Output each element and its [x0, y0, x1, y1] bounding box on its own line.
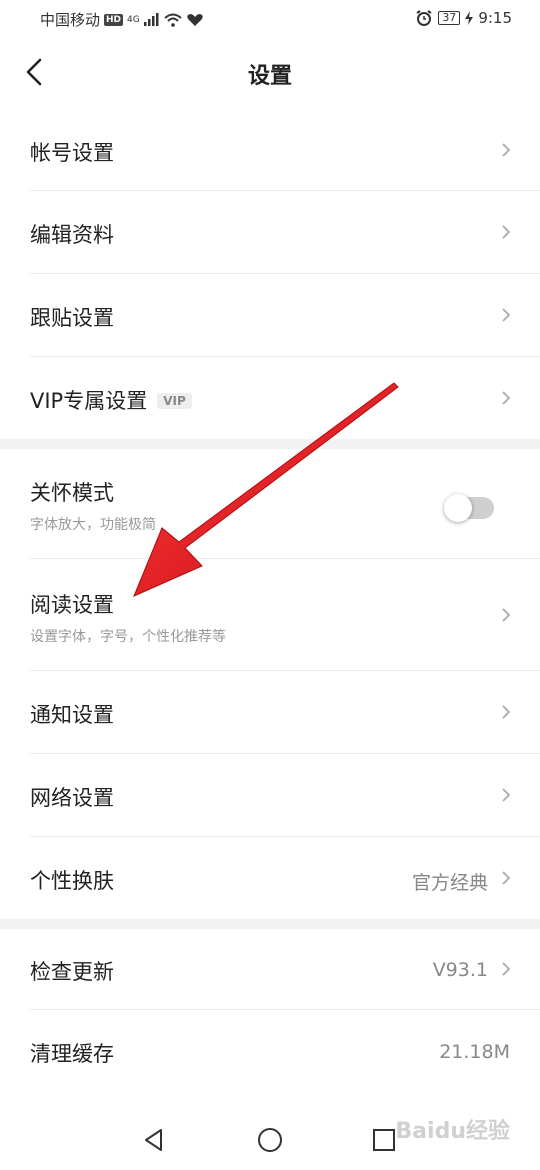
- vip-badge: VIP: [157, 393, 192, 409]
- alarm-icon: [416, 10, 432, 26]
- vip-settings-label: VIP专属设置: [30, 389, 148, 413]
- chevron-right-icon: [502, 608, 511, 622]
- item-label: 网络设置: [30, 786, 114, 810]
- chevron-right-icon: [502, 143, 511, 157]
- item-label: 编辑资料: [30, 223, 114, 247]
- settings-item-care-mode: 关怀模式 字体放大，功能极简: [0, 449, 540, 558]
- settings-item-comments[interactable]: 跟贴设置: [0, 274, 540, 356]
- nav-recents-icon[interactable]: [370, 1126, 398, 1154]
- top-bar: 设置: [0, 38, 540, 110]
- clock: 9:15: [478, 9, 512, 27]
- settings-item-network[interactable]: 网络设置: [0, 754, 540, 836]
- nav-home-icon[interactable]: [256, 1126, 284, 1154]
- charging-icon: [465, 11, 474, 25]
- status-left: 中国移动 HD 4G: [40, 9, 204, 30]
- chevron-right-icon: [502, 225, 511, 239]
- settings-item-reading[interactable]: 阅读设置 设置字体，字号，个性化推荐等: [0, 559, 540, 670]
- item-label: 帐号设置: [30, 141, 114, 165]
- watermark: Baidu经验: [395, 1119, 510, 1144]
- item-value: V93.1: [432, 959, 488, 981]
- settings-item-check-update[interactable]: 检查更新 V93.1: [0, 929, 540, 1009]
- settings-item-notifications[interactable]: 通知设置: [0, 671, 540, 753]
- item-label: 检查更新: [30, 960, 114, 984]
- chevron-right-icon: [502, 308, 511, 322]
- heart-link-icon: [187, 13, 203, 26]
- item-label: 通知设置: [30, 703, 114, 727]
- section-gap: [0, 919, 540, 929]
- item-value: 21.18M: [439, 1041, 510, 1063]
- chevron-right-icon: [502, 788, 511, 802]
- signal-icon: [143, 13, 159, 26]
- item-label: 跟贴设置: [30, 306, 114, 330]
- settings-item-vip[interactable]: VIP专属设置 VIP: [0, 357, 540, 439]
- chevron-right-icon: [502, 871, 511, 885]
- settings-item-edit-profile[interactable]: 编辑资料: [0, 191, 540, 273]
- item-label: 阅读设置: [30, 593, 114, 617]
- carrier-label: 中国移动: [40, 11, 101, 29]
- section-gap: [0, 439, 540, 449]
- item-subtitle: 设置字体，字号，个性化推荐等: [30, 629, 226, 645]
- settings-item-clear-cache[interactable]: 清理缓存 21.18M: [0, 1010, 540, 1094]
- nav-back-icon[interactable]: [140, 1126, 168, 1154]
- care-mode-toggle[interactable]: [444, 494, 494, 522]
- chevron-right-icon: [502, 391, 511, 405]
- chevron-right-icon: [502, 705, 511, 719]
- settings-item-theme[interactable]: 个性换肤 官方经典: [0, 837, 540, 919]
- item-value: 官方经典: [411, 872, 488, 894]
- battery-indicator: 37: [438, 11, 461, 25]
- chevron-right-icon: [502, 962, 511, 976]
- toggle-knob: [444, 494, 472, 522]
- wifi-icon: [164, 13, 182, 27]
- hd-badge: HD: [104, 13, 124, 26]
- item-label: 个性换肤: [30, 869, 114, 893]
- page-title: 设置: [247, 64, 292, 89]
- item-label: 清理缓存: [30, 1042, 114, 1066]
- item-label: 关怀模式: [30, 481, 114, 505]
- status-bar: 中国移动 HD 4G 37 9:15: [0, 0, 540, 38]
- network-label: 4G: [127, 14, 140, 25]
- status-right: 37 9:15: [415, 9, 512, 27]
- item-subtitle: 字体放大，功能极简: [30, 517, 156, 533]
- item-label: VIP专属设置 VIP: [30, 385, 192, 415]
- settings-item-account[interactable]: 帐号设置: [0, 110, 540, 190]
